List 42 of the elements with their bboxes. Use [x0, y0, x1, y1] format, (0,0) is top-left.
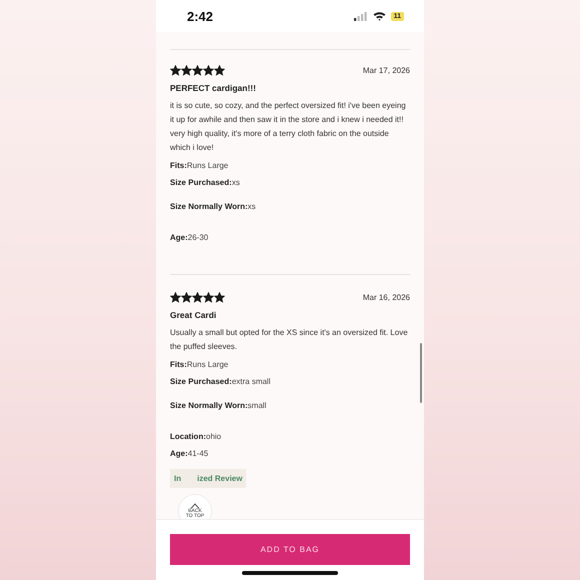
star-icon: [214, 65, 225, 76]
detail-value: Runs Large: [186, 360, 228, 369]
signal-icon: [354, 12, 368, 20]
detail-label: Size Normally Worn:: [170, 202, 248, 211]
detail-label: Size Normally Worn:: [170, 401, 248, 410]
review-date: Mar 16, 2026: [362, 293, 410, 302]
star-icon: [214, 292, 225, 303]
review-date: Mar 17, 2026: [362, 66, 410, 75]
star-icon: [203, 292, 214, 303]
status-time: 2:42: [187, 8, 214, 24]
caret-icon: [190, 503, 200, 509]
detail-value: ohio: [206, 432, 222, 441]
detail-value: small: [248, 401, 266, 410]
star-icon: [181, 292, 192, 303]
detail-value: Runs Large: [186, 161, 228, 170]
detail-label: Age:: [170, 233, 188, 242]
detail-value: xs: [248, 202, 256, 211]
star-icon: [203, 65, 214, 76]
review-text: Usually a small but opted for the XS since it's an oversized fit. Love the puffed sleeves.: [170, 327, 409, 353]
badge-text: In: [174, 474, 182, 483]
badge-text: ized Review: [197, 474, 242, 483]
detail-label: Fits:: [170, 360, 187, 369]
review-text: it is so cute, so cozy, and the perfect oversized fit! i've been eyeing it up for awhile and then saw it in the store and i knew i needed it!! very high quality, it's more of a terry cloth fabric on the outside which i love!: [170, 100, 407, 154]
star-icon: [181, 65, 192, 76]
review-title: Great Cardi: [170, 310, 218, 320]
detail-value: extra small: [232, 377, 270, 386]
star-icon: [192, 292, 203, 303]
detail-label: Size Purchased:: [170, 178, 232, 187]
add-to-bag-button[interactable]: ADD TO BAG: [170, 534, 410, 565]
scrollbar: [420, 343, 422, 403]
detail-value: 26-30: [188, 233, 208, 242]
wifi-icon: [372, 11, 386, 21]
star-icon: [170, 292, 181, 303]
detail-label: Fits:: [170, 161, 187, 170]
detail-label: Age:: [170, 449, 188, 458]
star-icon: [192, 65, 203, 76]
detail-value: xs: [232, 178, 240, 187]
star-icon: [170, 65, 181, 76]
review-title: PERFECT cardigan!!!: [170, 83, 257, 93]
detail-label: Size Purchased:: [170, 377, 232, 386]
detail-value: 41-45: [188, 449, 208, 458]
detail-label: Location:: [170, 432, 206, 441]
